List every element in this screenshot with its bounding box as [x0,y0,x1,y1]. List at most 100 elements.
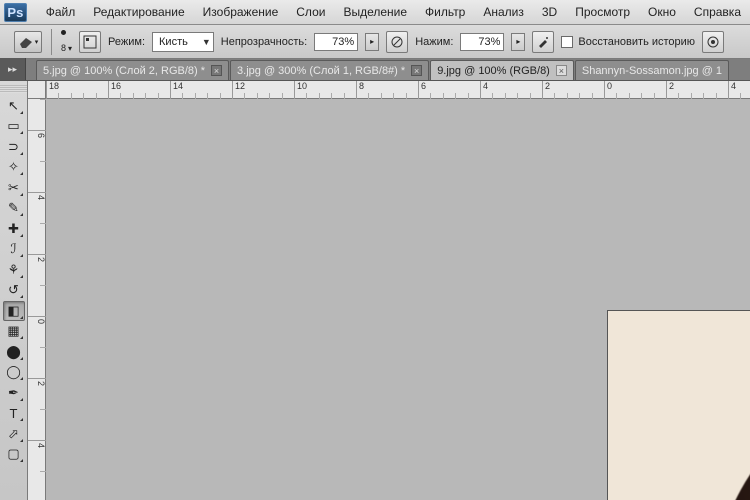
tablet-size-icon [706,35,720,49]
mode-label: Режим: [108,36,145,48]
opacity-label: Непрозрачность: [221,36,307,48]
ruler-tick: 14 [170,81,183,99]
ruler-tick: 2 [542,81,550,99]
chevron-down-icon: ▼ [202,37,211,47]
menu-help[interactable]: Справка [685,1,750,23]
ruler-tick [40,347,46,350]
document-tab[interactable]: 9.jpg @ 100% (RGB/8) × [430,60,574,80]
brush-tool[interactable]: ℐ [3,239,25,259]
ruler-tick: 12 [232,81,245,99]
lasso-tool[interactable]: ⊃ [3,137,25,157]
ruler-tick [40,223,46,226]
ruler-tick: 4 [28,440,46,448]
ruler-tick: 4 [28,192,46,200]
mode-value: Кисть [159,36,188,48]
eraser-tool[interactable]: ◧ [3,301,25,321]
workspace: ↖▭⊃✧✂✎✚ℐ⚘↺◧▦⬤◯✒T⬀▢ 18 16 14 12 10 8 6 4 2 0 2 4 6 4 2… [0,81,750,500]
current-tool-preset[interactable]: ▾ [14,31,42,53]
stamp-tool[interactable]: ⚘ [3,260,25,280]
shape-tool[interactable]: ▢ [3,444,25,464]
ruler-tick [40,409,46,412]
document-tab[interactable]: Shannyn-Sossamon.jpg @ 1 [575,60,729,80]
tablet-size-toggle[interactable] [702,31,724,53]
close-icon[interactable]: × [211,65,222,76]
ruler-tick: 8 [356,81,364,99]
ruler-tick: 0 [28,316,46,324]
ruler-tick: 2 [28,378,46,386]
erase-to-history-label: Восстановить историю [578,36,695,48]
airbrush-icon [536,35,550,49]
eyedropper-tool[interactable]: ✎ [3,198,25,218]
ruler-tick: 2 [28,254,46,262]
healing-tool[interactable]: ✚ [3,219,25,239]
brush-panel-icon [83,35,97,49]
brush-preset-picker[interactable]: 8 ▾ [61,30,72,53]
history-brush-tool[interactable]: ↺ [3,280,25,300]
marquee-tool[interactable]: ▭ [3,116,25,136]
eraser-icon [18,36,34,48]
tabstrip-expander[interactable]: ▸▸ [0,58,26,80]
document-tab-strip: ▸▸ 5.jpg @ 100% (Слой 2, RGB/8) * × 3.jp… [0,59,750,81]
flow-input[interactable]: 73% [460,33,504,51]
menu-layer[interactable]: Слои [287,1,334,23]
erase-to-history-checkbox[interactable] [561,36,573,48]
tab-label: Shannyn-Sossamon.jpg @ 1 [582,65,722,77]
wand-tool[interactable]: ✧ [3,157,25,177]
crop-tool[interactable]: ✂ [3,178,25,198]
menu-window[interactable]: Окно [639,1,685,23]
type-tool[interactable]: T [3,403,25,423]
horizontal-ruler[interactable]: 18161412108642024 [46,81,750,99]
tab-label: 9.jpg @ 100% (RGB/8) [437,65,550,77]
opacity-flyout[interactable]: ▸ [365,33,379,51]
ruler-tick: 4 [728,81,736,99]
canvas-area[interactable]: 18161412108642024 6420246 [28,81,750,500]
ruler-tick: 6 [28,130,46,138]
document-canvas[interactable] [608,311,750,500]
panel-grip[interactable] [0,85,27,93]
brush-panel-toggle[interactable] [79,31,101,53]
tools-panel: ↖▭⊃✧✂✎✚ℐ⚘↺◧▦⬤◯✒T⬀▢ [0,81,28,500]
ruler-tick [40,471,46,474]
menu-view[interactable]: Просмотр [566,1,639,23]
vertical-ruler[interactable]: 6420246 [28,99,46,500]
path-tool[interactable]: ⬀ [3,424,25,444]
menu-select[interactable]: Выделение [334,1,416,23]
document-tab[interactable]: 5.jpg @ 100% (Слой 2, RGB/8) * × [36,60,229,80]
ruler-tick [40,99,46,102]
ruler-tick: 16 [108,81,121,99]
brush-size-label: 8 [61,43,66,53]
ruler-tick [40,161,46,164]
flow-label: Нажим: [415,36,453,48]
menu-bar: Ps Файл Редактирование Изображение Слои … [0,0,750,25]
ruler-tick: 6 [418,81,426,99]
ruler-tick: 18 [46,81,59,99]
menu-analysis[interactable]: Анализ [474,1,533,23]
ruler-tick: 10 [294,81,307,99]
blur-tool[interactable]: ⬤ [3,342,25,362]
gradient-tool[interactable]: ▦ [3,321,25,341]
ruler-origin[interactable] [28,81,46,99]
menu-file[interactable]: Файл [37,1,85,23]
ruler-tick [40,285,46,288]
ruler-tick: 4 [480,81,488,99]
opacity-input[interactable]: 73% [314,33,358,51]
pen-tool[interactable]: ✒ [3,383,25,403]
tab-label: 5.jpg @ 100% (Слой 2, RGB/8) * [43,65,205,77]
move-tool[interactable]: ↖ [3,96,25,116]
close-icon[interactable]: × [411,65,422,76]
close-icon[interactable]: × [556,65,567,76]
menu-filter[interactable]: Фильтр [416,1,474,23]
tablet-opacity-toggle[interactable] [386,31,408,53]
app-logo: Ps [4,3,27,22]
dodge-tool[interactable]: ◯ [3,362,25,382]
menu-3d[interactable]: 3D [533,1,566,23]
airbrush-toggle[interactable] [532,31,554,53]
mode-select[interactable]: Кисть ▼ [152,32,214,52]
image-content [708,411,750,500]
flow-flyout[interactable]: ▸ [511,33,525,51]
menu-image[interactable]: Изображение [194,1,288,23]
tab-label: 3.jpg @ 300% (Слой 1, RGB/8#) * [237,65,405,77]
document-tab[interactable]: 3.jpg @ 300% (Слой 1, RGB/8#) * × [230,60,429,80]
menu-edit[interactable]: Редактирование [84,1,193,23]
ruler-tick: 0 [604,81,612,99]
